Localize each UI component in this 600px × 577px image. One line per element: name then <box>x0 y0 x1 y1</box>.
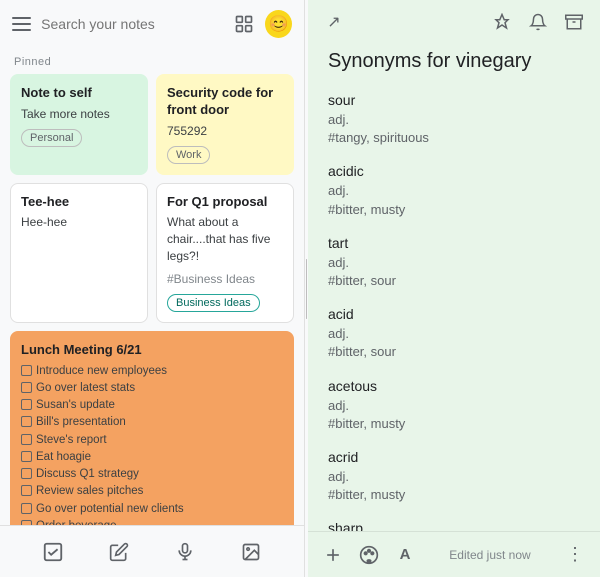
image-icon[interactable] <box>239 540 263 564</box>
synonym-word: tart <box>328 233 580 254</box>
reminder-bell-icon[interactable] <box>524 8 552 36</box>
checkbox-icon[interactable] <box>41 540 65 564</box>
list-item: Go over latest stats <box>21 380 283 397</box>
synonym-block: sharp adj. #bitter, acid <box>328 518 580 531</box>
synonym-block: acid adj. #bitter, sour <box>328 304 580 361</box>
top-bar: 😊 <box>0 0 304 48</box>
note-title: Note to self <box>21 85 137 102</box>
note-tag-personal: Personal <box>21 129 82 147</box>
synonym-block: sour adj. #tangy, spirituous <box>328 90 580 147</box>
list-item: Susan's update <box>21 397 283 414</box>
list-item: Review sales pitches <box>21 483 283 500</box>
synonym-pos: adj. <box>328 325 580 343</box>
synonym-pos: adj. <box>328 182 580 200</box>
synonym-pos: adj. <box>328 397 580 415</box>
note-tee-hee[interactable]: Tee-hee Hee-hee <box>10 183 148 323</box>
pencil-icon[interactable] <box>107 540 131 564</box>
text-format-icon[interactable]: A <box>392 542 418 568</box>
synonym-pos: adj. <box>328 468 580 486</box>
color-palette-icon[interactable] <box>356 542 382 568</box>
pin-icon[interactable] <box>488 8 516 36</box>
note-title: Lunch Meeting 6/21 <box>21 342 283 359</box>
expand-icon[interactable]: ↗ <box>320 8 348 36</box>
synonym-tags: #bitter, sour <box>328 272 580 290</box>
note-toolbar-right <box>488 8 588 36</box>
synonym-word: acid <box>328 304 580 325</box>
note-main-title: Synonyms for vinegary <box>328 48 580 74</box>
note-security-code[interactable]: Security code for front door 755292 Work <box>156 74 294 175</box>
pinned-section-label: Pinned <box>10 48 294 74</box>
synonym-pos: adj. <box>328 111 580 129</box>
note-bottom-bar: A Edited just now ⋮ <box>308 531 600 577</box>
synonym-tags: #bitter, musty <box>328 201 580 219</box>
edit-timestamp: Edited just now <box>428 548 552 562</box>
note-content: 755292 <box>167 123 283 140</box>
hamburger-icon[interactable] <box>12 17 31 31</box>
synonym-block: acrid adj. #bitter, musty <box>328 447 580 504</box>
list-item: Go over potential new clients <box>21 501 283 518</box>
list-item: Bill's presentation <box>21 414 283 431</box>
synonym-block: acidic adj. #bitter, musty <box>328 161 580 218</box>
list-item: Order beverage <box>21 518 283 525</box>
note-toolbar: ↗ <box>308 0 600 44</box>
note-q1-proposal[interactable]: For Q1 proposal What about a chair....th… <box>156 183 294 323</box>
list-item: Steve's report <box>21 432 283 449</box>
synonym-tags: #tangy, spirituous <box>328 129 580 147</box>
note-content: What about a chair....that has five legs… <box>167 214 283 264</box>
grid-view-icon[interactable] <box>232 12 255 36</box>
synonym-word: acetous <box>328 376 580 397</box>
bottom-toolbar <box>0 525 304 577</box>
synonyms-list: sour adj. #tangy, spirituous acidic adj.… <box>328 90 580 531</box>
synonym-tags: #bitter, musty <box>328 415 580 433</box>
archive-icon[interactable] <box>560 8 588 36</box>
add-item-icon[interactable] <box>320 542 346 568</box>
left-panel: 😊 Pinned Note to self Take more notes Pe… <box>0 0 305 577</box>
right-panel: ↗ <box>308 0 600 577</box>
synonym-word: acrid <box>328 447 580 468</box>
note-tag-business: Business Ideas <box>167 294 260 312</box>
note-body[interactable]: Synonyms for vinegary sour adj. #tangy, … <box>308 44 600 531</box>
profile-avatar[interactable]: 😊 <box>265 10 292 38</box>
synonym-word: sharp <box>328 518 580 531</box>
synonym-block: tart adj. #bitter, sour <box>328 233 580 290</box>
list-item: Discuss Q1 strategy <box>21 466 283 483</box>
synonym-word: sour <box>328 90 580 111</box>
synonym-tags: #bitter, sour <box>328 343 580 361</box>
note-to-self[interactable]: Note to self Take more notes Personal <box>10 74 148 175</box>
more-options-icon[interactable]: ⋮ <box>562 542 588 568</box>
list-item: Eat hoagie <box>21 449 283 466</box>
synonym-block: acetous adj. #bitter, musty <box>328 376 580 433</box>
note-tag-work: Work <box>167 146 210 164</box>
checklist: Introduce new employeesGo over latest st… <box>21 363 283 525</box>
scroll-indicator <box>306 259 307 319</box>
synonym-pos: adj. <box>328 254 580 272</box>
synonym-word: acidic <box>328 161 580 182</box>
note-title: For Q1 proposal <box>167 194 283 211</box>
search-input[interactable] <box>41 16 222 32</box>
list-item: Introduce new employees <box>21 363 283 380</box>
mic-icon[interactable] <box>173 540 197 564</box>
synonym-tags: #bitter, musty <box>328 486 580 504</box>
note-title: Tee-hee <box>21 194 137 211</box>
note-lunch-meeting[interactable]: Lunch Meeting 6/21 Introduce new employe… <box>10 331 294 525</box>
notes-scroll-area: Pinned Note to self Take more notes Pers… <box>0 48 304 525</box>
note-content: Hee-hee <box>21 214 137 231</box>
note-content: Take more notes <box>21 106 137 123</box>
app-container: 😊 Pinned Note to self Take more notes Pe… <box>0 0 600 577</box>
note-hashtag: #Business Ideas <box>167 271 283 288</box>
note-title: Security code for front door <box>167 85 283 119</box>
pinned-notes-grid: Note to self Take more notes Personal Se… <box>10 74 294 525</box>
